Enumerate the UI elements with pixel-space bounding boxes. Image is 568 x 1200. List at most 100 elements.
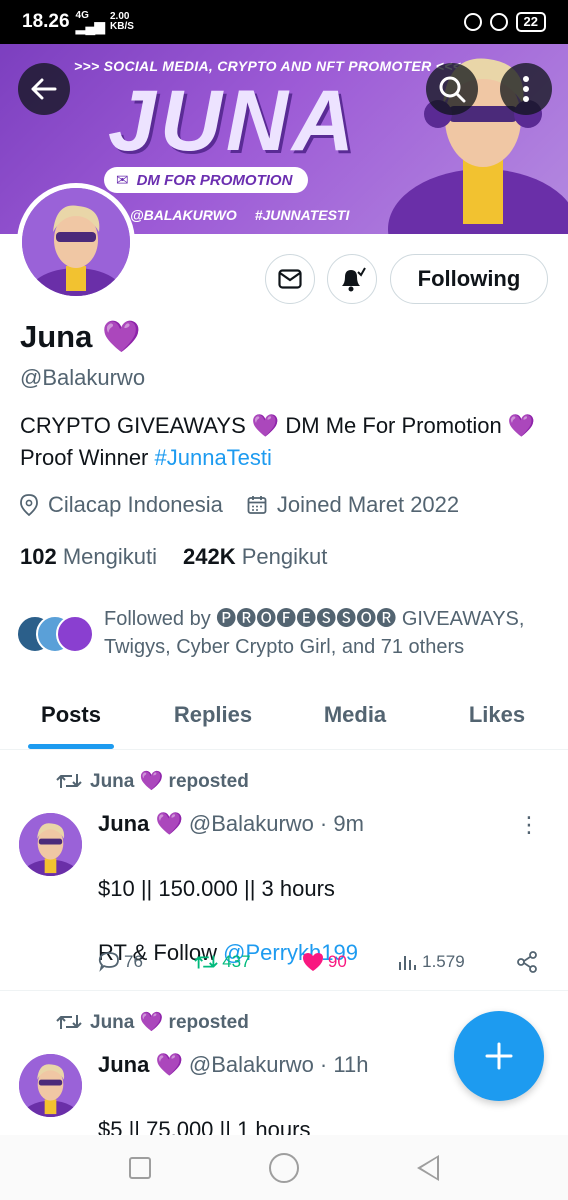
- post-author-handle[interactable]: @Balakurwo: [189, 811, 314, 837]
- followed-by-text: Followed by 🅟🅡🅞🅕🅔🅢🅢🅞🅡 GIVEAWAYS, Twigys,…: [104, 608, 525, 658]
- share-button[interactable]: [516, 951, 538, 973]
- following-button[interactable]: Following: [390, 254, 548, 304]
- avatar-illustration: [19, 813, 82, 876]
- status-bar: 18.26 4G ▂▄▆ 2.00 KB/S 22: [0, 0, 568, 44]
- recent-apps-button[interactable]: [129, 1156, 151, 1179]
- post-header: Juna 💜 @Balakurwo · 9m: [98, 811, 364, 837]
- views-chart-icon: [399, 956, 417, 970]
- post-item[interactable]: Juna 💜 reposted Juna 💜 @Balakurwo · 9m ⋮…: [0, 751, 568, 991]
- profile-avatar[interactable]: [17, 183, 135, 301]
- profile-tabs: Posts Replies Media Likes: [0, 690, 568, 750]
- more-vertical-icon: [523, 76, 529, 102]
- profile-name: Juna 💜: [20, 318, 141, 355]
- mail-icon: ✉: [116, 172, 129, 189]
- post-header: Juna 💜 @Balakurwo · 11h: [98, 1052, 368, 1078]
- post-more-icon[interactable]: ⋮: [518, 814, 540, 836]
- post-author-handle[interactable]: @Balakurwo: [189, 1052, 314, 1078]
- post-author-name[interactable]: Juna 💜: [98, 1052, 183, 1078]
- location-text: Cilacap Indonesia: [48, 492, 223, 517]
- repost-label: Juna 💜 reposted: [90, 771, 249, 792]
- alarm-icon: [489, 13, 508, 31]
- repost-indicator: Juna 💜 reposted: [56, 1010, 249, 1034]
- reply-button[interactable]: 76: [98, 952, 143, 972]
- system-nav-bar: [0, 1135, 568, 1200]
- post-time: · 11h: [319, 1052, 369, 1077]
- lock-status-icon: [463, 13, 482, 31]
- post-author-name[interactable]: Juna 💜: [98, 811, 183, 837]
- profile-bio: CRYPTO GIVEAWAYS 💜 DM Me For Promotion 💜…: [20, 410, 550, 474]
- views-button[interactable]: 1.579: [398, 952, 465, 972]
- bio-text: CRYPTO GIVEAWAYS 💜 DM Me For Promotion 💜…: [20, 413, 536, 470]
- plus-icon: [485, 1042, 513, 1070]
- envelope-icon: [278, 269, 302, 289]
- post-avatar[interactable]: [19, 813, 82, 876]
- search-button[interactable]: [426, 63, 478, 115]
- back-nav-button[interactable]: [417, 1154, 439, 1181]
- followers-link[interactable]: 242K Pengikut: [183, 544, 327, 570]
- post-text-line1: $10 || 150.000 || 3 hours: [98, 876, 335, 901]
- bell-check-icon: [342, 267, 366, 292]
- repost-label: Juna 💜 reposted: [90, 1012, 249, 1033]
- like-count: 90: [327, 952, 347, 971]
- speed-unit: KB/S: [110, 21, 134, 32]
- bio-hashtag-link[interactable]: #JunnaTesti: [155, 445, 272, 470]
- repost-count: 437: [222, 952, 251, 971]
- banner-dm-text: DM FOR PROMOTION: [136, 171, 293, 189]
- home-button[interactable]: [269, 1152, 299, 1183]
- following-count: 102: [20, 544, 57, 569]
- profile-handle: @Balakurwo: [20, 365, 146, 390]
- followers-count: 242K: [183, 544, 236, 569]
- arrow-left-icon: [31, 78, 57, 100]
- post-avatar[interactable]: [19, 1054, 82, 1117]
- post-actions: 76 437 90 1.579: [98, 951, 538, 973]
- repost-button[interactable]: 437: [194, 952, 251, 972]
- network-indicator: 4G ▂▄▆: [75, 10, 105, 34]
- banner-social: @BALAKURWO #JUNNATESTI: [130, 207, 349, 223]
- banner-dm-pill: ✉ DM FOR PROMOTION: [104, 167, 309, 193]
- post-time: · 9m: [319, 811, 364, 836]
- repost-indicator: Juna 💜 reposted: [56, 769, 249, 793]
- compose-post-button[interactable]: [454, 1011, 544, 1101]
- tab-posts[interactable]: Posts: [0, 690, 142, 749]
- search-icon: [439, 76, 466, 103]
- repost-icon: [56, 1015, 82, 1029]
- status-time: 18.26: [22, 11, 70, 32]
- following-link[interactable]: 102 Mengikuti: [20, 544, 157, 570]
- banner-title: JUNA: [108, 73, 359, 169]
- view-count: 1.579: [422, 952, 465, 971]
- joined-date: Joined Maret 2022: [247, 492, 459, 518]
- post-text: $10 || 150.000 || 3 hours: [98, 841, 335, 905]
- notifications-button[interactable]: [327, 254, 377, 304]
- joined-text: Joined Maret 2022: [276, 492, 460, 517]
- more-options-button[interactable]: [500, 63, 552, 115]
- reply-count: 76: [124, 952, 143, 971]
- tab-media[interactable]: Media: [284, 690, 426, 749]
- avatar-illustration: [19, 1054, 82, 1117]
- calendar-icon: [247, 496, 267, 514]
- signal-icon: ▂▄▆: [75, 17, 105, 34]
- location-pin-icon: [20, 494, 38, 516]
- follower-avatar: [56, 615, 94, 653]
- avatar-illustration: [22, 188, 130, 296]
- tab-replies[interactable]: Replies: [142, 690, 284, 749]
- message-button[interactable]: [265, 254, 315, 304]
- location: Cilacap Indonesia: [20, 492, 223, 518]
- tab-likes[interactable]: Likes: [426, 690, 568, 749]
- like-button[interactable]: 90: [302, 952, 347, 972]
- profile-name-text: Juna: [20, 318, 93, 354]
- followed-by[interactable]: Followed by 🅟🅡🅞🅕🅔🅢🅢🅞🅡 GIVEAWAYS, Twigys,…: [16, 605, 556, 661]
- repost-icon: [194, 955, 218, 969]
- follow-stats: 102 Mengikuti 242K Pengikut: [20, 544, 327, 570]
- reply-icon: [98, 952, 119, 972]
- back-button[interactable]: [18, 63, 70, 115]
- repost-icon: [56, 774, 82, 788]
- share-icon: [517, 951, 537, 973]
- followers-label: Pengikut: [241, 544, 328, 569]
- heart-filled-icon: [302, 953, 323, 971]
- purple-heart-icon: 💜: [102, 319, 141, 354]
- banner-handle: @BALAKURWO: [130, 207, 237, 223]
- profile-meta: Cilacap Indonesia Joined Maret 2022: [20, 492, 459, 518]
- network-speed: 2.00 KB/S: [110, 12, 134, 32]
- following-label: Mengikuti: [62, 544, 157, 569]
- followed-by-avatars: [16, 615, 94, 655]
